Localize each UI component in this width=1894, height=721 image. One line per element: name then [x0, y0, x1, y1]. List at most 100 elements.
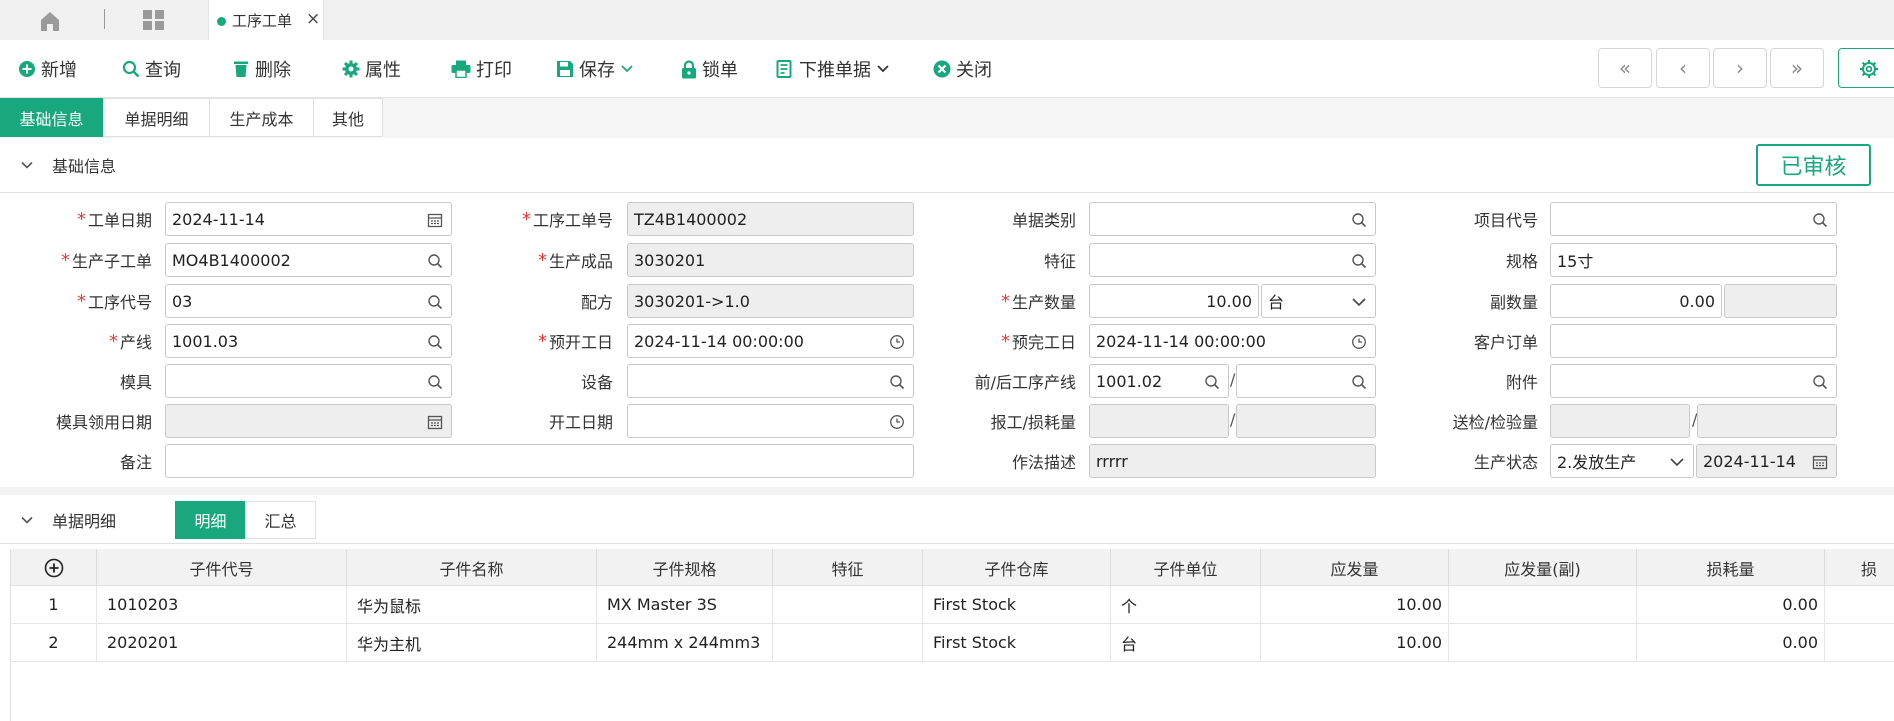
prev-record-button[interactable]: ‹ [1656, 48, 1710, 88]
print-button[interactable]: 打印 [451, 57, 512, 81]
delete-button[interactable]: 删除 [232, 57, 291, 81]
column-header[interactable]: 损 [1825, 549, 1894, 586]
equipment-label: 设备 [580, 373, 613, 392]
close-button[interactable]: 关闭 [933, 57, 992, 81]
sub-qty-field[interactable]: 0.00 [1550, 284, 1722, 318]
subtab-detail[interactable]: 明细 [175, 501, 246, 539]
subtab-summary[interactable]: 汇总 [245, 501, 316, 539]
close-tab-icon[interactable]: × [306, 9, 320, 29]
search-icon[interactable] [1351, 374, 1367, 390]
search-icon[interactable] [889, 374, 905, 390]
cell-qty2[interactable] [1449, 624, 1637, 661]
search-icon[interactable] [1351, 253, 1367, 269]
project-code-field[interactable] [1550, 202, 1837, 236]
section-spacer [0, 487, 1894, 495]
tab-other[interactable]: 其他 [313, 98, 383, 137]
tab-basic-info[interactable]: 基础信息 [0, 98, 103, 137]
clock-icon[interactable] [889, 334, 905, 350]
cell-feature[interactable] [773, 624, 923, 661]
remark-field[interactable] [165, 444, 914, 478]
prod-status-select[interactable]: 2.发放生产 [1550, 444, 1694, 478]
cell-spec[interactable]: 244mm x 244mm3 [597, 624, 773, 661]
customer-order-field[interactable] [1550, 324, 1837, 358]
push-down-button[interactable]: 下推单据 [776, 57, 890, 81]
line-field[interactable]: 1001.03 [165, 324, 452, 358]
cell-loss[interactable]: 0.00 [1637, 624, 1825, 661]
search-icon[interactable] [1204, 374, 1220, 390]
calendar-icon [427, 415, 443, 430]
cell-unit[interactable]: 个 [1111, 586, 1261, 623]
column-header[interactable]: 子件代号 [97, 549, 347, 586]
clock-icon[interactable] [889, 414, 905, 430]
settings-button[interactable] [1838, 48, 1894, 88]
search-icon[interactable] [427, 294, 443, 310]
column-header[interactable]: 特征 [773, 549, 923, 586]
cell-feature[interactable] [773, 586, 923, 623]
column-header[interactable]: 子件仓库 [923, 549, 1111, 586]
start-date-field[interactable] [627, 404, 914, 438]
table-row[interactable]: 1 1010203 华为鼠标 MX Master 3S First Stock … [11, 586, 1894, 624]
add-row-icon[interactable] [44, 558, 64, 578]
quantity-field[interactable]: 10.00 [1089, 284, 1259, 318]
cell-qty[interactable]: 10.00 [1261, 624, 1449, 661]
tab-work-order[interactable]: 工序工单 × [208, 0, 324, 40]
cell-spec[interactable]: MX Master 3S [597, 586, 773, 623]
column-header[interactable]: 应发量(副) [1449, 549, 1637, 586]
chevron-down-icon [21, 161, 33, 169]
last-record-button[interactable]: » [1770, 48, 1824, 88]
cell-qty[interactable]: 10.00 [1261, 586, 1449, 623]
spec-field[interactable]: 15寸 [1550, 243, 1837, 277]
query-label: 查询 [145, 60, 181, 81]
plan-start-field[interactable]: 2024-11-14 00:00:00 [627, 324, 914, 358]
cell-warehouse[interactable]: First Stock [923, 624, 1111, 661]
tab-details[interactable]: 单据明细 [103, 98, 210, 137]
search-icon[interactable] [427, 253, 443, 269]
column-header[interactable]: 损耗量 [1637, 549, 1825, 586]
document-list-icon [776, 60, 792, 78]
next-record-button[interactable]: › [1713, 48, 1767, 88]
search-icon[interactable] [1351, 212, 1367, 228]
first-record-button[interactable]: « [1598, 48, 1652, 88]
work-date-field[interactable]: 2024-11-14 [165, 202, 452, 236]
basic-info-header[interactable]: 基础信息 [0, 143, 1894, 187]
column-header[interactable]: 子件名称 [347, 549, 597, 586]
properties-button[interactable]: 属性 [342, 57, 401, 81]
table-row[interactable]: 2 2020201 华为主机 244mm x 244mm3 First Stoc… [11, 624, 1894, 662]
cell-code[interactable]: 2020201 [97, 624, 347, 661]
new-button[interactable]: 新增 [18, 57, 77, 81]
attachment-field[interactable] [1550, 364, 1837, 398]
clock-icon[interactable] [1351, 334, 1367, 350]
mold-field[interactable] [165, 364, 452, 398]
cell-code[interactable]: 1010203 [97, 586, 347, 623]
sub-wo-field[interactable]: MO4B1400002 [165, 243, 452, 277]
plan-end-field[interactable]: 2024-11-14 00:00:00 [1089, 324, 1376, 358]
column-header[interactable]: 子件单位 [1111, 549, 1261, 586]
feature-field[interactable] [1089, 243, 1376, 277]
cell-name[interactable]: 华为主机 [347, 624, 597, 661]
grid-menu-icon[interactable] [142, 9, 166, 31]
next-line-field[interactable] [1236, 364, 1376, 398]
unit-select[interactable]: 台 [1261, 284, 1376, 318]
calendar-icon[interactable] [427, 212, 443, 228]
doc-type-field[interactable] [1089, 202, 1376, 236]
cell-loss[interactable]: 0.00 [1637, 586, 1825, 623]
cell-warehouse[interactable]: First Stock [923, 586, 1111, 623]
process-code-field[interactable]: 03 [165, 284, 452, 318]
search-icon[interactable] [1812, 374, 1828, 390]
prev-line-field[interactable]: 1001.02 [1089, 364, 1229, 398]
cell-qty2[interactable] [1449, 586, 1637, 623]
cell-name[interactable]: 华为鼠标 [347, 586, 597, 623]
search-icon[interactable] [1812, 212, 1828, 228]
print-label: 打印 [476, 60, 512, 81]
tab-production-cost[interactable]: 生产成本 [209, 98, 314, 137]
save-button[interactable]: 保存 [556, 57, 634, 81]
search-icon[interactable] [427, 374, 443, 390]
search-icon[interactable] [427, 334, 443, 350]
query-button[interactable]: 查询 [122, 57, 181, 81]
lock-button[interactable]: 锁单 [681, 57, 738, 81]
column-header[interactable]: 子件规格 [597, 549, 773, 586]
column-header[interactable]: 应发量 [1261, 549, 1449, 586]
equipment-field[interactable] [627, 364, 914, 398]
home-icon[interactable] [38, 10, 62, 32]
cell-unit[interactable]: 台 [1111, 624, 1261, 661]
